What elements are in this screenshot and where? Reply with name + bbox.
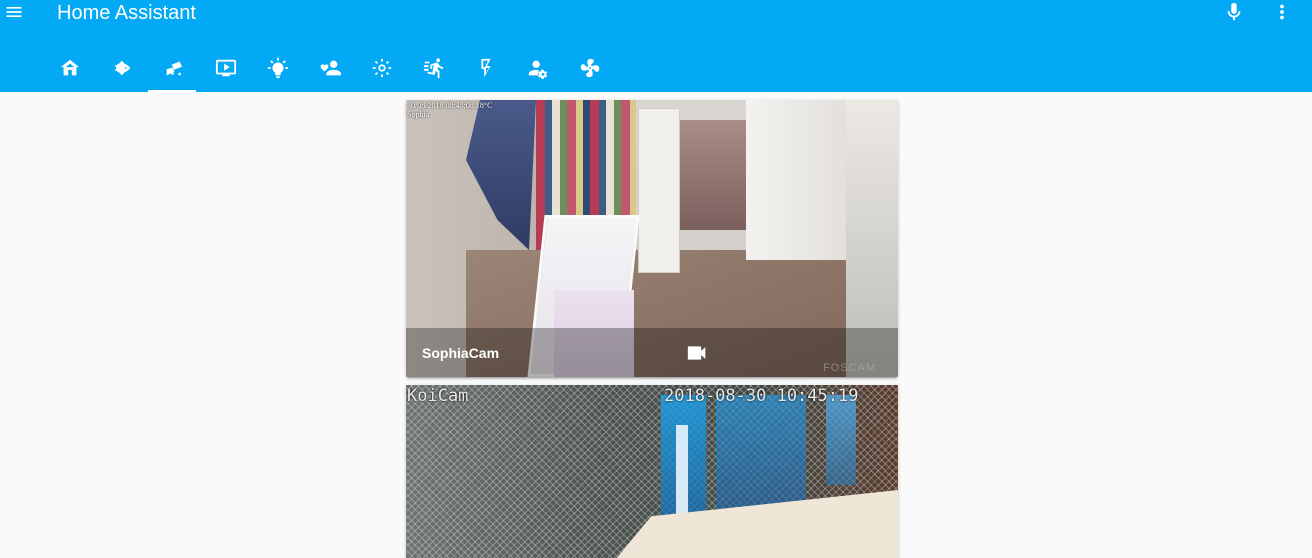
camera-overlay-name: Sophia <box>407 110 430 119</box>
toolbar: Home Assistant <box>0 0 1312 26</box>
brightness-icon <box>372 58 392 78</box>
tab-motion[interactable] <box>408 44 460 92</box>
tab-media[interactable] <box>200 44 252 92</box>
account-heart-icon <box>320 60 341 76</box>
voice-command-button[interactable] <box>1222 0 1246 24</box>
open-camera-button[interactable] <box>686 344 708 362</box>
tab-sun[interactable] <box>356 44 408 92</box>
menu-icon <box>6 7 22 17</box>
overflow-menu-button[interactable] <box>1270 0 1294 24</box>
tab-climate[interactable] <box>564 44 616 92</box>
home-icon <box>60 59 80 76</box>
tab-koi[interactable] <box>96 44 148 92</box>
tab-cameras[interactable] <box>148 44 200 92</box>
camera-image-koicam[interactable]: KoiCam 2018-08-30 10:45:19 <box>406 385 898 558</box>
tab-lights[interactable] <box>252 44 304 92</box>
tab-people[interactable] <box>304 44 356 92</box>
video-icon <box>687 346 706 360</box>
camera-overlay-timestamp: 2018-08-30 10:45:19 <box>664 386 859 406</box>
camera-caption: SophiaCam <box>406 328 898 377</box>
view-tabs <box>44 44 616 92</box>
camera-name: SophiaCam <box>422 345 500 361</box>
camera-overlay-name: KoiCam <box>407 386 469 406</box>
menu-button[interactable] <box>2 0 26 24</box>
camera-card-koicam[interactable]: KoiCam 2018-08-30 10:45:19 <box>406 385 898 558</box>
run-icon <box>423 58 444 79</box>
tab-power[interactable] <box>460 44 512 92</box>
account-settings-icon <box>528 60 548 79</box>
dots-vertical-icon <box>1280 4 1284 20</box>
television-icon <box>215 59 237 77</box>
lightbulb-icon <box>267 57 289 79</box>
camera-card-sophiacam[interactable]: 30/08/2018 08:45:08 18°C Sophia FOSCAM S… <box>406 100 898 377</box>
cameras-view: 30/08/2018 08:45:08 18°C Sophia FOSCAM S… <box>0 92 1312 558</box>
app-header: Home Assistant <box>0 0 1312 92</box>
app-title: Home Assistant <box>57 2 196 24</box>
microphone-icon <box>1227 2 1241 21</box>
fan-icon <box>580 58 600 78</box>
fish-icon <box>114 60 131 76</box>
flash-icon <box>481 58 491 78</box>
tab-admin[interactable] <box>512 44 564 92</box>
tab-home[interactable] <box>44 44 96 92</box>
cctv-icon <box>166 61 183 76</box>
